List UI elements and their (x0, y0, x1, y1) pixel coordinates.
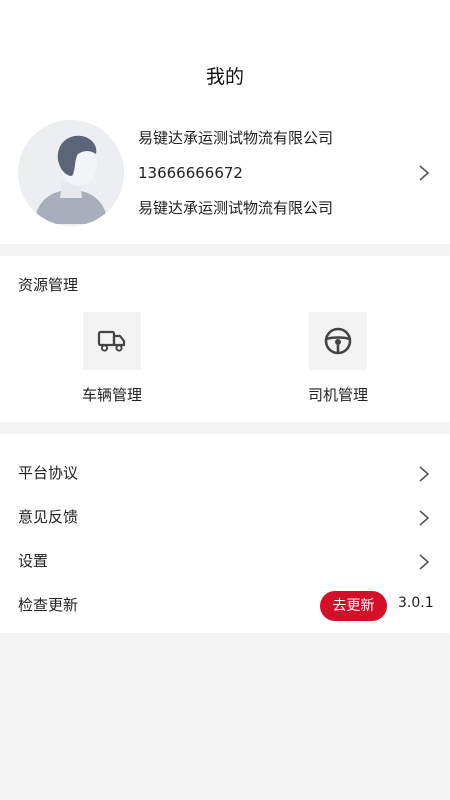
vehicle-management-button[interactable]: 车辆管理 (52, 312, 172, 405)
phone-number: 13666666672 (138, 164, 243, 182)
avatar[interactable] (18, 120, 124, 226)
default-avatar-icon (18, 120, 124, 226)
driver-management-button[interactable]: 司机管理 (278, 312, 398, 405)
menu-item-check-update[interactable]: 检查更新 去更新 3.0.1 (0, 584, 450, 628)
update-button[interactable]: 去更新 (320, 591, 387, 621)
profile-header: 我的 易键达承运测试物流有限公司 13666666672 易键达承运测试物流有限… (0, 0, 450, 244)
page-title: 我的 (205, 66, 244, 88)
menu-item-settings[interactable]: 设置 (0, 540, 450, 584)
steering-wheel-icon (324, 327, 352, 355)
chevron-right-icon (419, 510, 430, 526)
driver-management-label: 司机管理 (307, 386, 368, 404)
version-number: 3.0.1 (398, 595, 434, 611)
profile-info: 易键达承运测试物流有限公司 13666666672 易键达承运测试物流有限公司 (138, 126, 333, 231)
vehicle-management-label: 车辆管理 (81, 386, 142, 404)
driver-icon-box (309, 312, 367, 370)
menu-item-platform-agreement[interactable]: 平台协议 (0, 452, 450, 496)
company-subtitle: 易键达承运测试物流有限公司 (138, 199, 334, 217)
section-title: 资源管理 (18, 276, 79, 294)
menu-item-label: 意见反馈 (18, 508, 79, 526)
chevron-right-icon (419, 466, 430, 482)
profile-card[interactable]: 易键达承运测试物流有限公司 13666666672 易键达承运测试物流有限公司 (0, 118, 450, 228)
settings-menu: 平台协议 意见反馈 设置 检查更新 去更新 3.0.1 (0, 434, 450, 633)
truck-icon (97, 330, 126, 352)
chevron-right-icon[interactable] (418, 164, 430, 182)
vehicle-icon-box (83, 312, 141, 370)
menu-item-feedback[interactable]: 意见反馈 (0, 496, 450, 540)
menu-item-label: 检查更新 (18, 596, 79, 614)
resource-management-section: 资源管理 车辆管理 司机管理 (0, 256, 450, 422)
menu-item-label: 平台协议 (18, 464, 79, 482)
chevron-right-icon (419, 554, 430, 570)
company-name: 易键达承运测试物流有限公司 (138, 129, 334, 147)
menu-item-label: 设置 (18, 552, 49, 570)
